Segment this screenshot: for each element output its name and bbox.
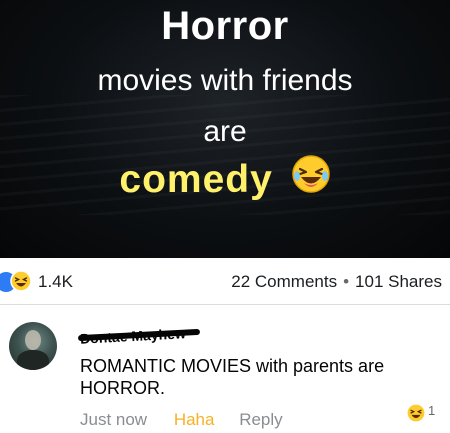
reaction-icons[interactable] [0,270,34,294]
divider [0,304,450,305]
haha-icon [406,403,426,427]
comment-reaction-count: 1 [428,403,436,418]
avatar-body [17,350,49,370]
reaction-bar: 1.4K 22 Comments • 101 Shares [0,258,450,306]
reaction-count[interactable]: 1.4K [38,272,73,292]
avatar[interactable] [9,322,57,370]
comment-reaction-summary[interactable]: 1 [406,403,438,423]
laughing-face-icon [291,154,331,204]
meme-line-4-row: comedy [0,154,450,204]
reply-button[interactable]: Reply [239,410,282,429]
separator-dot: • [343,272,350,291]
meme-line-1: Horror [161,4,289,48]
comments-count-link[interactable]: 22 Comments [231,272,337,291]
comment-text: ROMANTIC MOVIES with parents are HORROR. [80,356,385,398]
meme-line-2: movies with friends [97,64,353,97]
haha-icon [10,270,32,297]
comment-actions: Just now Haha Reply [80,410,283,430]
post-image[interactable]: Horror movies with friends are comedy [0,0,450,258]
meme-line-3: are [203,115,247,148]
haha-reaction-button[interactable]: Haha [174,410,215,429]
engagement-summary: 22 Comments • 101 Shares [231,272,442,292]
shares-count-link[interactable]: 101 Shares [355,272,442,291]
meme-line-4: comedy [119,158,273,201]
comment-timestamp[interactable]: Just now [80,410,147,429]
avatar-head [25,330,41,350]
